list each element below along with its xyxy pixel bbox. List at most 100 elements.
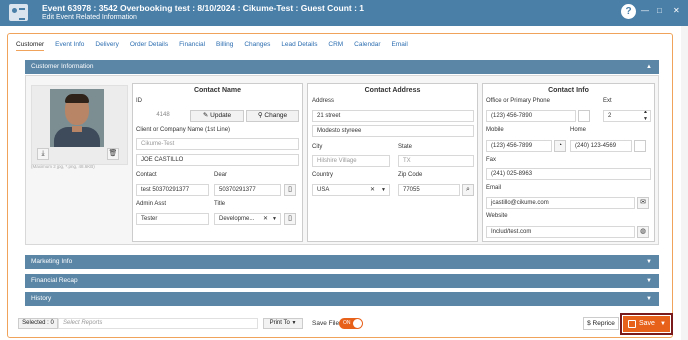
change-button[interactable]: ⚲ Change	[246, 110, 299, 122]
admin-field[interactable]: Tester	[136, 213, 209, 225]
upload-icon[interactable]: ⤓	[37, 148, 49, 160]
address-line1-field[interactable]: 21 street	[312, 110, 474, 122]
tab-financial[interactable]: Financial	[179, 41, 205, 48]
print-to-button[interactable]: Print To ▼	[263, 318, 303, 329]
chevron-down-icon: ▼	[646, 259, 652, 265]
financial-recap-header[interactable]: Financial Recap ▼	[25, 274, 659, 288]
customer-info-title: Customer Information	[31, 63, 94, 70]
document-icon[interactable]: ▯	[284, 184, 296, 196]
home-phone-field[interactable]: (240) 123-4569	[570, 140, 632, 152]
customer-name-field[interactable]: JOE CASTILLO	[136, 154, 299, 166]
tab-event-info[interactable]: Event Info	[55, 41, 84, 48]
chevron-down-icon[interactable]: ▼	[272, 214, 277, 224]
help-icon[interactable]: ?	[621, 4, 636, 19]
address-label: Address	[312, 98, 335, 104]
history-title: History	[31, 295, 52, 302]
office-phone-field[interactable]: (123) 456-7890	[486, 110, 576, 122]
save-button[interactable]: Save ▼	[620, 313, 673, 335]
contact-field[interactable]: test 50370291377	[136, 184, 209, 196]
ext-value: 2	[608, 113, 612, 119]
minimize-button[interactable]: —	[641, 6, 649, 15]
id-value: 4148	[136, 110, 186, 122]
rss-icon[interactable]: ◔	[554, 140, 566, 152]
marketing-info-header[interactable]: Marketing Info ▼	[25, 255, 659, 269]
home-label: Home	[570, 127, 587, 133]
mobile-field[interactable]: (123) 456-7899	[486, 140, 552, 152]
ext-field[interactable]: 2 ▲ ▼	[603, 110, 651, 122]
trash-icon[interactable]: 🗑	[107, 148, 119, 160]
reprice-button[interactable]: $ Reprice	[583, 317, 619, 330]
tab-customer[interactable]: Customer	[16, 41, 45, 51]
financial-recap-title: Financial Recap	[31, 277, 78, 284]
address-line2-field[interactable]: Modesto styreee	[312, 125, 474, 137]
state-field[interactable]: TX	[398, 155, 474, 167]
select-reports-input[interactable]: Select Reports	[58, 318, 258, 329]
window-title: Event 63978 : 3542 Overbooking test : 8/…	[42, 3, 365, 13]
chevron-down-icon[interactable]: ▼	[660, 316, 666, 332]
scroll-edge	[681, 26, 688, 340]
phone-blank-icon	[578, 110, 590, 122]
admin-label: Admin Asst	[136, 201, 167, 207]
state-label: State	[398, 144, 413, 150]
chevron-down-icon: ▼	[646, 278, 652, 284]
envelope-icon[interactable]: ✉	[637, 197, 649, 209]
save-file-label: Save File	[312, 320, 340, 327]
maximize-button[interactable]: □	[657, 6, 662, 15]
save-file-toggle[interactable]: ON	[339, 318, 363, 329]
zip-label: Zip Code	[398, 172, 423, 178]
contact-label: Contact	[136, 172, 157, 178]
city-field[interactable]: Hilshire Village	[312, 155, 390, 167]
title-select-value: Developme...	[219, 216, 255, 222]
country-select-value: USA	[317, 187, 330, 193]
update-button[interactable]: ✎ Update	[190, 110, 244, 122]
stepper-arrows-icon[interactable]: ▲ ▼	[643, 111, 648, 121]
history-header[interactable]: History ▼	[25, 292, 659, 306]
office-phone-label: Office or Primary Phone	[486, 98, 550, 104]
chevron-down-icon: ▼	[646, 296, 652, 302]
customer-photo	[50, 89, 104, 147]
clear-icon[interactable]: ✕	[263, 214, 268, 224]
contact-card-icon	[9, 4, 28, 21]
company-field[interactable]: Cikume-Test	[136, 138, 299, 150]
clear-icon[interactable]: ✕	[370, 185, 375, 195]
search-icon[interactable]: ⌕	[462, 184, 474, 196]
customer-info-header[interactable]: Customer Information ▲	[25, 60, 659, 74]
country-label: Country	[312, 172, 334, 178]
fax-field[interactable]: (241) 025-8963	[486, 168, 651, 180]
tab-calendar[interactable]: Calendar	[354, 41, 380, 48]
tab-billing[interactable]: Billing	[216, 41, 233, 48]
tab-crm[interactable]: CRM	[328, 41, 343, 48]
globe-icon[interactable]: ◍	[637, 226, 649, 238]
title-select[interactable]: Developme... ✕ ▼	[214, 213, 281, 225]
tab-delivery[interactable]: Delivery	[95, 41, 118, 48]
city-label: City	[312, 144, 323, 150]
zip-field[interactable]: 77055	[398, 184, 460, 196]
document-icon[interactable]: ▯	[284, 213, 296, 225]
tab-email[interactable]: Email	[392, 41, 408, 48]
chevron-down-icon[interactable]: ▼	[381, 185, 386, 195]
window-subtitle: Edit Event Related Information	[42, 14, 137, 21]
tab-changes[interactable]: Changes	[244, 41, 270, 48]
close-button[interactable]: ✕	[673, 6, 680, 15]
title-label: Title	[214, 201, 226, 207]
dear-label: Dear	[214, 172, 228, 178]
photo-hint: (Maximum 2 jpg, *.png, 48.6KB)	[31, 164, 95, 169]
company-label: Client or Company Name (1st Line)	[136, 127, 231, 133]
tab-order-details[interactable]: Order Details	[130, 41, 168, 48]
contact-address-title: Contact Address	[364, 87, 421, 94]
website-field[interactable]: Includ/test.com	[486, 226, 635, 238]
email-field[interactable]: jcastillo@cikume.com	[486, 197, 635, 209]
id-label: ID	[136, 98, 142, 104]
country-select[interactable]: USA ✕ ▼	[312, 184, 390, 196]
selected-count: Selected : 0	[18, 318, 58, 329]
tab-lead-details[interactable]: Lead Details	[281, 41, 317, 48]
fax-label: Fax	[486, 157, 497, 163]
chevron-up-icon: ▲	[646, 64, 652, 70]
title-bar: Event 63978 : 3542 Overbooking test : 8/…	[0, 0, 688, 26]
floppy-icon	[628, 320, 636, 328]
chevron-down-icon: ▼	[291, 320, 297, 326]
email-label: Email	[486, 185, 502, 191]
phone-blank-icon	[634, 140, 646, 152]
dear-field[interactable]: 50370291377	[214, 184, 281, 196]
ext-label: Ext	[603, 98, 612, 104]
